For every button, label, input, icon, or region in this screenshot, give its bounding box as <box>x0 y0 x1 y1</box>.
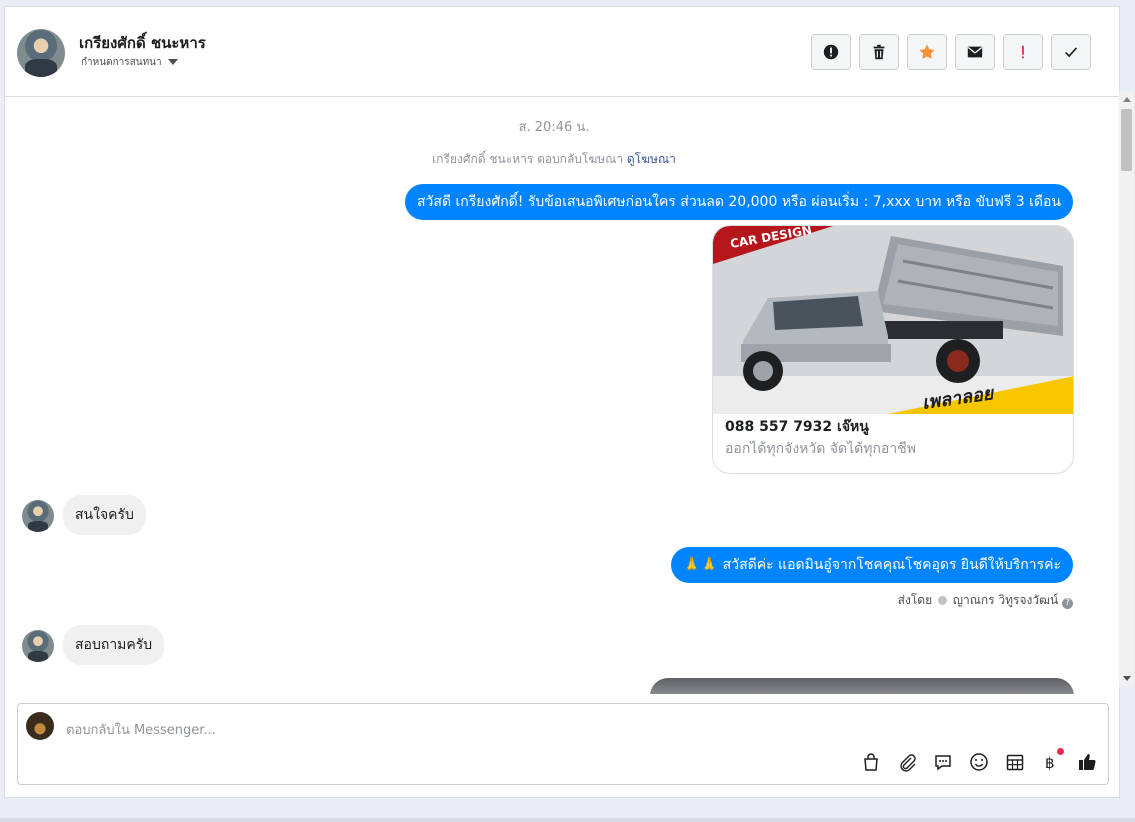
view-ad-link[interactable]: ดูโฆษณา <box>627 152 676 166</box>
contact-avatar-small <box>22 630 54 662</box>
thumbs-up-icon[interactable] <box>1076 751 1098 773</box>
mark-unread-button[interactable] <box>955 34 995 70</box>
page-avatar <box>26 712 54 740</box>
ad-reply-text: เกรียงศักดิ์ ชนะหาร ตอบกลับโฆษณา <box>432 152 624 166</box>
contact-name[interactable]: เกรียงศักดิ์ ชนะหาร <box>79 31 206 55</box>
page-bottom-border <box>0 818 1135 822</box>
contact-avatar-small <box>22 500 54 532</box>
help-icon[interactable]: ? <box>1062 598 1073 609</box>
saved-reply-icon[interactable] <box>932 751 954 773</box>
thread-scrollbar[interactable] <box>1119 91 1134 687</box>
dump-truck-image: CAR DESIGN เพลาลอย <box>713 226 1073 414</box>
reply-composer[interactable]: ตอบกลับใน Messenger... ฿ <box>17 703 1109 785</box>
conversation-header: เกรียงศักดิ์ ชนะหาร กำหนดการสนทนา <box>5 7 1119 97</box>
ad-card-image[interactable]: CAR DESIGN เพลาลอย <box>713 226 1073 414</box>
message-thread[interactable]: ส. 20:46 น. เกรียงศักดิ์ ชนะหาร ตอบกลับโ… <box>5 98 1103 694</box>
star-icon <box>919 44 935 59</box>
assign-conversation-dropdown[interactable]: กำหนดการสนทนา <box>81 55 178 70</box>
sent-by-prefix: ส่งโดย <box>897 593 933 607</box>
mail-icon <box>967 46 983 58</box>
sent-by-name: ญาณกร วิทูรจงวัฒน์ <box>952 593 1059 607</box>
baht-payment-icon[interactable]: ฿ <box>1040 748 1064 773</box>
paperclip-icon[interactable] <box>896 751 918 773</box>
timestamp: ส. 20:46 น. <box>518 120 590 135</box>
scroll-up-arrow-icon[interactable] <box>1123 97 1131 102</box>
star-button[interactable] <box>907 34 947 70</box>
calendar-icon[interactable] <box>1004 751 1026 773</box>
notification-dot <box>1057 748 1064 755</box>
scroll-thumb[interactable] <box>1121 109 1132 171</box>
reply-input[interactable]: ตอบกลับใน Messenger... <box>66 719 216 740</box>
scroll-down-arrow-icon[interactable] <box>1123 676 1131 681</box>
svg-text:฿: ฿ <box>1045 754 1055 772</box>
spam-button[interactable] <box>811 34 851 70</box>
message-bubble-outgoing[interactable]: สวัสดี เกรียงศักดิ์! รับข้อเสนอพิเศษก่อน… <box>405 184 1073 220</box>
conversation-panel: เกรียงศักดิ์ ชนะหาร กำหนดการสนทนา ส. 20:… <box>4 6 1120 798</box>
mark-done-button[interactable] <box>1051 34 1091 70</box>
contact-avatar[interactable] <box>17 29 65 77</box>
shopping-bag-icon[interactable] <box>860 751 882 773</box>
emoji-icon[interactable] <box>968 751 990 773</box>
check-icon <box>1065 47 1078 58</box>
ad-card[interactable]: CAR DESIGN เพลาลอย 088 557 7932 เจ๊หนู อ… <box>712 225 1074 474</box>
delete-button[interactable] <box>859 34 899 70</box>
ad-card-title: 088 557 7932 เจ๊หนู <box>725 419 869 435</box>
exclamation-icon <box>1022 45 1024 59</box>
ad-reply-notice: เกรียงศักดิ์ ชนะหาร ตอบกลับโฆษณา ดูโฆษณา <box>5 150 1103 169</box>
caret-down-icon <box>167 59 178 65</box>
attachment-image-partial[interactable] <box>650 678 1074 694</box>
composer-toolbar: ฿ <box>860 748 1098 773</box>
assign-label: กำหนดการสนทนา <box>81 57 162 68</box>
follow-up-button[interactable] <box>1003 34 1043 70</box>
alert-circle-icon <box>823 44 839 60</box>
sent-by-label: ส่งโดย ญาณกร วิทูรจงวัฒน์ ? <box>898 591 1073 610</box>
header-actions <box>811 34 1091 70</box>
admin-badge-icon <box>937 596 947 605</box>
trash-icon <box>873 44 885 60</box>
ad-card-subtitle: ออกได้ทุกจังหวัด จัดได้ทุกอาชีพ <box>725 441 916 457</box>
message-bubble-outgoing[interactable]: 🙏🙏 สวัสดีค่ะ แอดมินอู๋จากโชคคุณโชคอุดร ย… <box>671 547 1073 583</box>
message-bubble-incoming[interactable]: สอบถามครับ <box>63 625 165 665</box>
message-bubble-incoming[interactable]: สนใจครับ <box>63 495 146 535</box>
